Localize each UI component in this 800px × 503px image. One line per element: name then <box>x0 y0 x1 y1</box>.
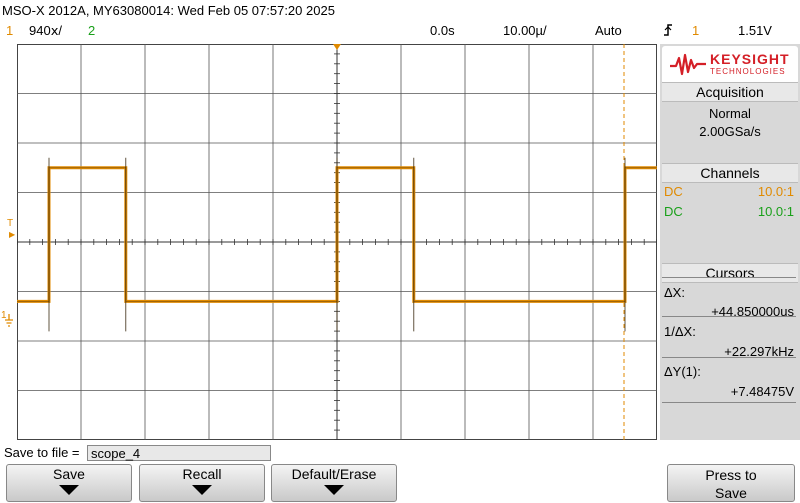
trigger-level-arrow-icon: ▶ <box>9 230 16 239</box>
trigger-channel[interactable]: 1 <box>692 23 699 38</box>
acquisition-mode: Normal <box>709 106 751 121</box>
arrow-down-icon <box>324 485 344 495</box>
brand-sub: TECHNOLOGIES <box>710 67 786 76</box>
inv-delta-x-label: 1/ΔX: <box>664 324 696 339</box>
side-panel: KEYSIGHT TECHNOLOGIES Acquisition Normal… <box>660 44 800 440</box>
delta-y-value: +7.48475V <box>730 384 794 399</box>
horizontal-delay[interactable]: 0.0s <box>430 23 455 38</box>
save-filename-field[interactable]: scope_4 <box>87 445 271 461</box>
press-to-save-line1: Press to <box>705 467 757 483</box>
brand-name: KEYSIGHT <box>710 51 790 67</box>
arrow-down-icon <box>192 485 212 495</box>
keysight-wave-icon <box>670 53 706 76</box>
trigger-level-marker: T <box>7 218 14 229</box>
waveform-display[interactable] <box>17 44 657 440</box>
cursors-heading: Cursors <box>662 263 798 283</box>
ch1-coupling: DC <box>664 184 683 199</box>
save-to-file-label: Save to file = <box>4 445 80 460</box>
acquisition-heading: Acquisition <box>662 82 798 102</box>
divider <box>662 357 796 358</box>
ch1-scale[interactable]: 940ⅹ/ <box>29 23 62 39</box>
trigger-edge-icon <box>662 23 674 40</box>
divider <box>662 402 796 403</box>
arrow-down-icon <box>59 485 79 495</box>
recall-softkey[interactable]: Recall <box>139 464 265 502</box>
save-softkey[interactable]: Save <box>6 464 132 502</box>
delta-x-label: ΔX: <box>664 285 685 300</box>
save-softkey-label: Save <box>53 466 85 482</box>
ch1-probe: 10.0:1 <box>757 184 794 199</box>
divider <box>662 316 796 317</box>
ch1-trace <box>17 157 657 332</box>
timebase-scale[interactable]: 10.00µ/ <box>503 23 547 38</box>
trigger-position-marker <box>333 44 341 50</box>
default-erase-softkey[interactable]: Default/Erase <box>271 464 397 502</box>
default-erase-softkey-label: Default/Erase <box>291 466 377 482</box>
channels-heading: Channels <box>662 163 798 183</box>
ch2-coupling: DC <box>664 204 683 219</box>
ch2-number[interactable]: 2 <box>88 23 95 38</box>
brand-logo: KEYSIGHT TECHNOLOGIES <box>662 46 798 84</box>
ground-icon <box>4 314 14 331</box>
press-to-save-line2: Save <box>715 485 747 501</box>
recall-softkey-label: Recall <box>182 466 222 482</box>
ch1-number[interactable]: 1 <box>6 23 13 38</box>
ch2-probe: 10.0:1 <box>757 204 794 219</box>
press-to-save-softkey[interactable]: Press to Save <box>667 464 795 502</box>
divider <box>662 277 796 278</box>
status-bar: 1 940ⅹ/ 2 0.0s 10.00µ/ Auto 1 1.51V <box>0 22 800 40</box>
window-title: MSO-X 2012A, MY63080014: Wed Feb 05 07:5… <box>2 3 335 18</box>
save-bar: Save to file = scope_4 <box>0 443 800 463</box>
acquisition-rate: 2.00GSa/s <box>699 124 761 139</box>
trigger-mode[interactable]: Auto <box>595 23 622 38</box>
delta-y-label: ΔY(1): <box>664 364 701 379</box>
trigger-level[interactable]: 1.51V <box>738 23 772 38</box>
